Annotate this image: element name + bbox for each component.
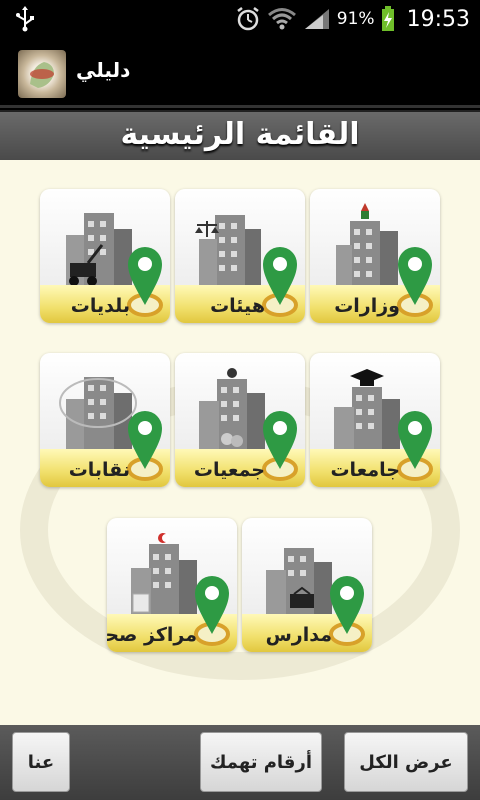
app-title: دليلي bbox=[76, 58, 131, 82]
battery-percent: 91% bbox=[336, 9, 375, 29]
map-pin-icon bbox=[262, 247, 298, 317]
tile-ministries[interactable]: وزارات bbox=[310, 189, 440, 323]
tile-label: هيئات bbox=[210, 295, 265, 317]
app-logo-icon[interactable] bbox=[18, 50, 66, 98]
map-pin-icon bbox=[329, 576, 365, 646]
bottom-action-bar: عرض الكل أرقام تهمك عنا bbox=[0, 725, 480, 800]
wifi-icon bbox=[267, 8, 296, 30]
tile-municipalities[interactable]: بلديات bbox=[40, 189, 170, 323]
tile-schools[interactable]: مدارس bbox=[242, 518, 372, 652]
show-all-button[interactable]: عرض الكل bbox=[344, 732, 468, 792]
map-pin-icon bbox=[127, 247, 163, 317]
battery-charging-icon bbox=[381, 6, 394, 31]
tile-universities[interactable]: جامعات bbox=[310, 353, 440, 487]
menu-grid-area: وزارات هيئات بلديات جامعات جمعيات نقابات… bbox=[0, 160, 480, 725]
usb-icon bbox=[16, 6, 34, 32]
tile-label: نقابات bbox=[68, 459, 130, 481]
tile-label: جمعيات bbox=[193, 459, 265, 481]
map-pin-icon bbox=[397, 411, 433, 481]
map-pin-icon bbox=[397, 247, 433, 317]
important-numbers-button[interactable]: أرقام تهمك bbox=[200, 732, 322, 792]
tile-syndicates[interactable]: نقابات bbox=[40, 353, 170, 487]
map-pin-icon bbox=[262, 411, 298, 481]
tile-authorities[interactable]: هيئات bbox=[175, 189, 305, 323]
status-bar: 91% 19:53 bbox=[0, 0, 480, 38]
tile-label: وزارات bbox=[334, 295, 400, 317]
tile-label: مدارس bbox=[265, 624, 332, 646]
signal-icon bbox=[304, 9, 329, 29]
clock: 19:53 bbox=[406, 6, 470, 32]
app-title-bar: دليلي bbox=[0, 38, 480, 108]
map-logo-icon bbox=[30, 62, 54, 88]
main-menu-header: القائمة الرئيسية bbox=[0, 110, 480, 160]
about-us-button[interactable]: عنا bbox=[12, 732, 70, 792]
tile-associations[interactable]: جمعيات bbox=[175, 353, 305, 487]
tile-label: بلديات bbox=[70, 295, 130, 317]
alarm-icon bbox=[237, 7, 259, 31]
tile-label: مراكز صحية bbox=[107, 624, 197, 646]
tile-health-centers[interactable]: مراكز صحية bbox=[107, 518, 237, 652]
tile-label: جامعات bbox=[330, 459, 400, 481]
page-title: القائمة الرئيسية bbox=[120, 117, 360, 152]
map-pin-icon bbox=[127, 411, 163, 481]
map-pin-icon bbox=[194, 576, 230, 646]
